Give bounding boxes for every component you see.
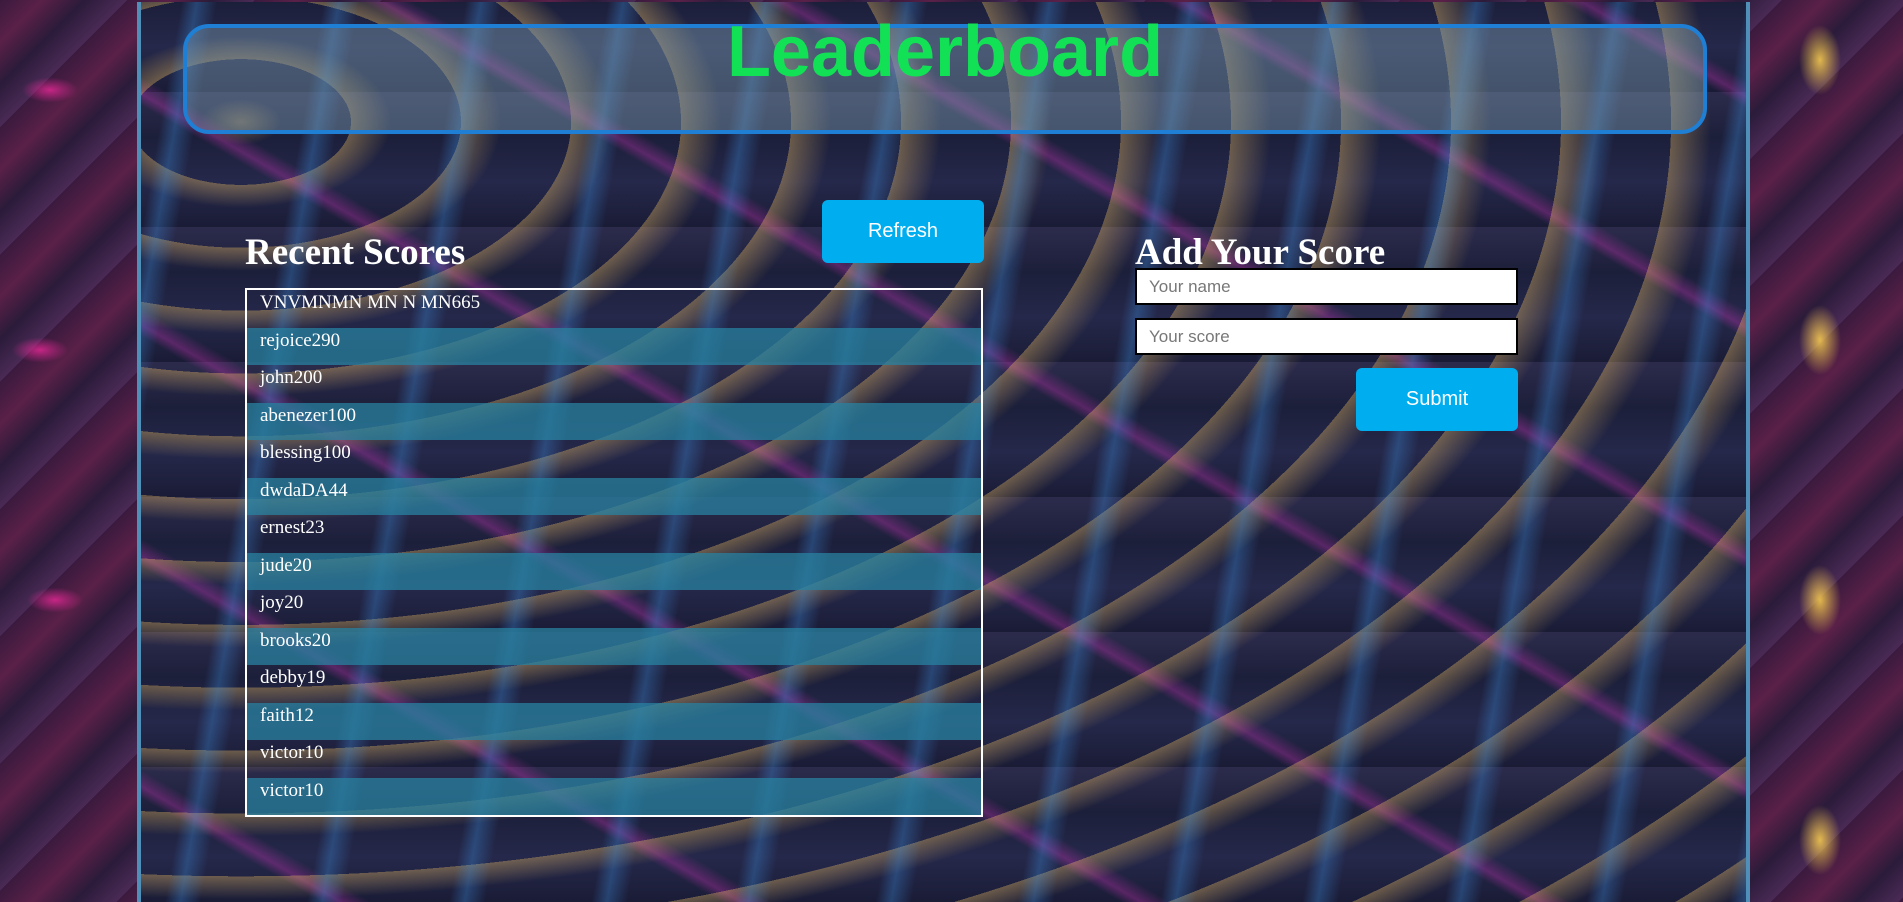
score-list-item: abenezer100 <box>247 402 981 440</box>
score-list-item: victor10 <box>247 777 981 815</box>
recent-scores-heading: Recent Scores <box>245 231 466 273</box>
score-list-item: joy20 <box>260 592 304 613</box>
score-list-item: VNVMNMN MN N MN665 <box>260 292 481 313</box>
page-title: Leaderboard <box>726 11 1164 92</box>
name-input[interactable] <box>1135 268 1518 305</box>
score-list-item: debby19 <box>260 667 326 688</box>
score-list-item: blessing100 <box>260 442 351 463</box>
score-list-item: john200 <box>260 367 323 388</box>
refresh-button[interactable]: Refresh <box>822 200 984 263</box>
score-list-item: victor10 <box>260 742 324 763</box>
score-list-item: rejoice290 <box>247 327 981 365</box>
score-list-item: jude20 <box>247 552 981 590</box>
score-list-item: dwdaDA44 <box>247 477 981 515</box>
score-list-item: brooks20 <box>247 627 981 665</box>
score-input[interactable] <box>1135 318 1518 355</box>
score-list-item: faith12 <box>247 702 981 740</box>
score-list-item: ernest23 <box>260 517 325 538</box>
header-banner: Leaderboard <box>183 16 1707 134</box>
page: Leaderboard Recent Scores Refresh VNVMNM… <box>0 0 1903 902</box>
scores-list: VNVMNMN MN N MN665 rejoice290 john200 abene… <box>245 288 983 817</box>
add-score-heading: Add Your Score <box>1135 231 1386 273</box>
submit-button[interactable]: Submit <box>1356 368 1518 431</box>
